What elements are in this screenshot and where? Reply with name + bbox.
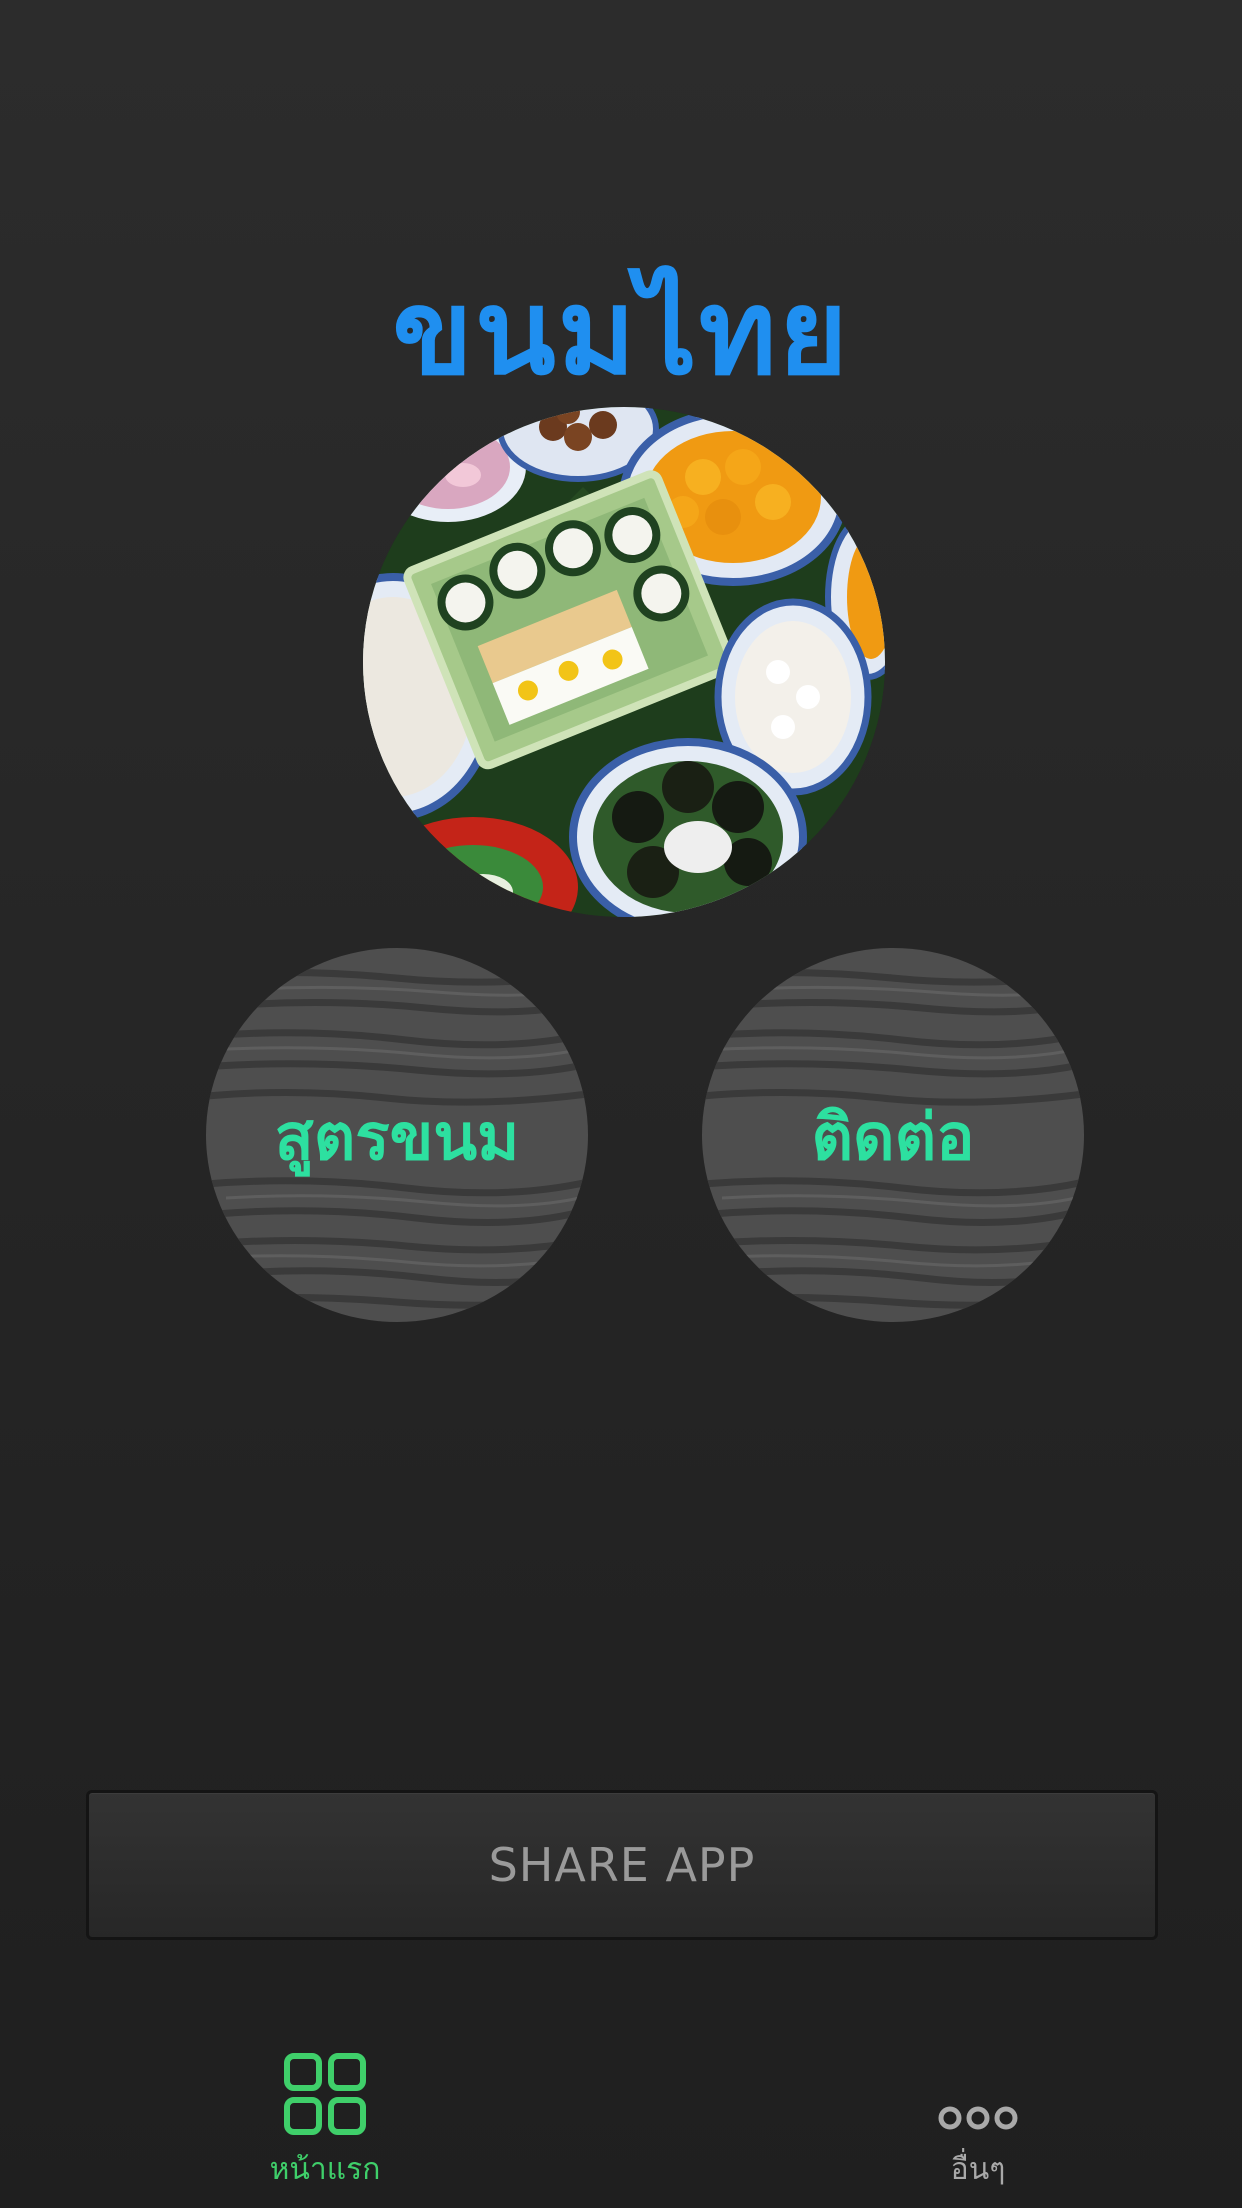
tab-more-label: อื่นๆ	[950, 2152, 1006, 2187]
tab-home-label: หน้าแรก	[269, 2152, 381, 2187]
more-dots-icon	[828, 2052, 1128, 2142]
tab-more[interactable]: อื่นๆ	[828, 2030, 1128, 2208]
app-title: ขนมไทย	[392, 263, 850, 401]
grid-icon	[175, 2052, 475, 2142]
contact-label: ติดต่อ	[811, 1101, 975, 1175]
app-screen: ขนมไทย สูตรขนม ติดต่อ SHARE APP หน้าแรก …	[0, 0, 1242, 2208]
bottom-tab-bar: หน้าแรก อื่นๆ	[0, 2030, 1242, 2208]
recipes-label: สูตรขนม	[274, 1101, 520, 1175]
tab-home[interactable]: หน้าแรก	[175, 2030, 475, 2208]
thai-desserts-photo-icon	[363, 407, 885, 917]
thai-desserts-image	[363, 407, 885, 917]
contact-button[interactable]: ติดต่อ	[702, 948, 1084, 1322]
recipes-button[interactable]: สูตรขนม	[206, 948, 588, 1322]
share-app-button[interactable]: SHARE APP	[86, 1790, 1158, 1940]
